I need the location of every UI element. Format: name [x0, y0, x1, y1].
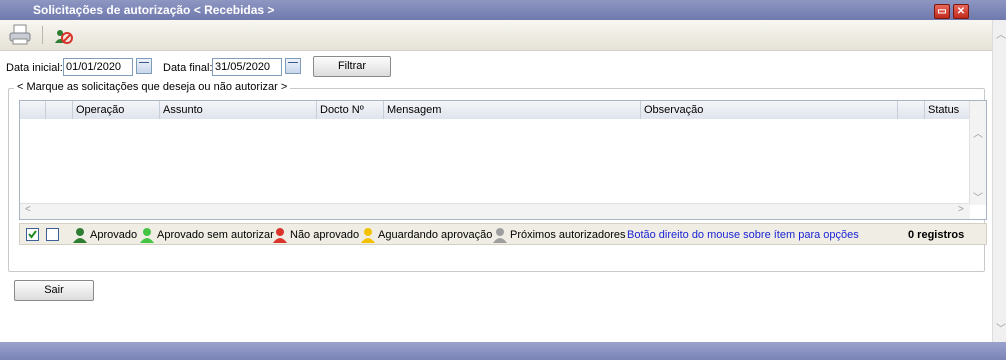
end-date-label: Data final:	[163, 62, 213, 74]
select-all-checkbox[interactable]	[26, 228, 39, 241]
calendar-icon[interactable]	[285, 58, 301, 74]
calendar-icon[interactable]	[136, 58, 152, 74]
column-header-blank	[898, 101, 925, 119]
grid-horizontal-scrollbar[interactable]: < >	[20, 203, 970, 219]
exit-button[interactable]: Sair	[14, 280, 94, 301]
legend-not-approved: Não aprovado	[290, 229, 360, 241]
not-approved-person-icon	[273, 228, 287, 243]
group-legend: < Marque as solicitações que deseja ou n…	[14, 81, 291, 93]
start-date-label: Data inicial:	[6, 62, 63, 74]
column-header-docto[interactable]: Docto Nº	[317, 101, 384, 119]
window-title: Solicitações de autorização < Recebidas …	[33, 3, 275, 17]
toolbar-separator	[42, 26, 43, 44]
approved-no-auth-person-icon	[140, 228, 154, 243]
requests-grid[interactable]: Operação Assunto Docto Nº Mensagem Obser…	[19, 100, 987, 220]
waiting-person-icon	[361, 228, 375, 243]
approved-person-icon	[73, 228, 87, 243]
start-date-input[interactable]	[63, 58, 133, 76]
deselect-all-checkbox[interactable]	[46, 228, 59, 241]
status-icon-column-header	[46, 101, 73, 119]
legend-next-authorizers: Próximos autorizadores	[510, 229, 626, 241]
column-header-assunto[interactable]: Assunto	[160, 101, 317, 119]
right-click-hint: Botão direito do mouse sobre ítem para o…	[627, 229, 859, 241]
cancel-authorizers-icon[interactable]	[54, 27, 74, 45]
select-column-header	[20, 101, 46, 119]
filter-button[interactable]: Filtrar	[313, 56, 391, 77]
legend-waiting: Aguardando aprovação	[378, 229, 493, 241]
column-header-observacao[interactable]: Observação	[641, 101, 898, 119]
end-date-input[interactable]	[212, 58, 282, 76]
legend-approved-no-auth: Aprovado sem autorizar	[157, 229, 274, 241]
close-button[interactable]: ✕	[953, 4, 969, 19]
scroll-down-icon[interactable]: ﹀	[996, 320, 1006, 335]
grid-vertical-scrollbar[interactable]: ︿ ﹀	[969, 101, 986, 205]
title-bar: Solicitações de autorização < Recebidas …	[0, 0, 1006, 20]
scroll-right-icon[interactable]: >	[958, 204, 964, 215]
window-scrollbar[interactable]: ︿ ﹀	[992, 20, 1006, 342]
scroll-up-icon[interactable]: ︿	[996, 26, 1006, 41]
print-icon[interactable]	[8, 24, 32, 46]
maximize-button[interactable]: ▭	[934, 4, 950, 19]
scroll-down-icon[interactable]: ﹀	[973, 189, 983, 204]
legend-bar: Aprovado Aprovado sem autorizar Não apro…	[19, 223, 987, 245]
record-count: 0 registros	[908, 229, 965, 241]
legend-approved: Aprovado	[90, 229, 138, 241]
column-header-operacao[interactable]: Operação	[73, 101, 160, 119]
bottom-bar	[0, 342, 1006, 360]
scroll-left-icon[interactable]: <	[25, 204, 31, 215]
toolbar	[0, 20, 992, 51]
scroll-up-icon[interactable]: ︿	[973, 125, 983, 140]
column-header-status[interactable]: Status	[925, 101, 970, 119]
next-authorizers-person-icon	[493, 228, 507, 243]
column-header-mensagem[interactable]: Mensagem	[384, 101, 641, 119]
